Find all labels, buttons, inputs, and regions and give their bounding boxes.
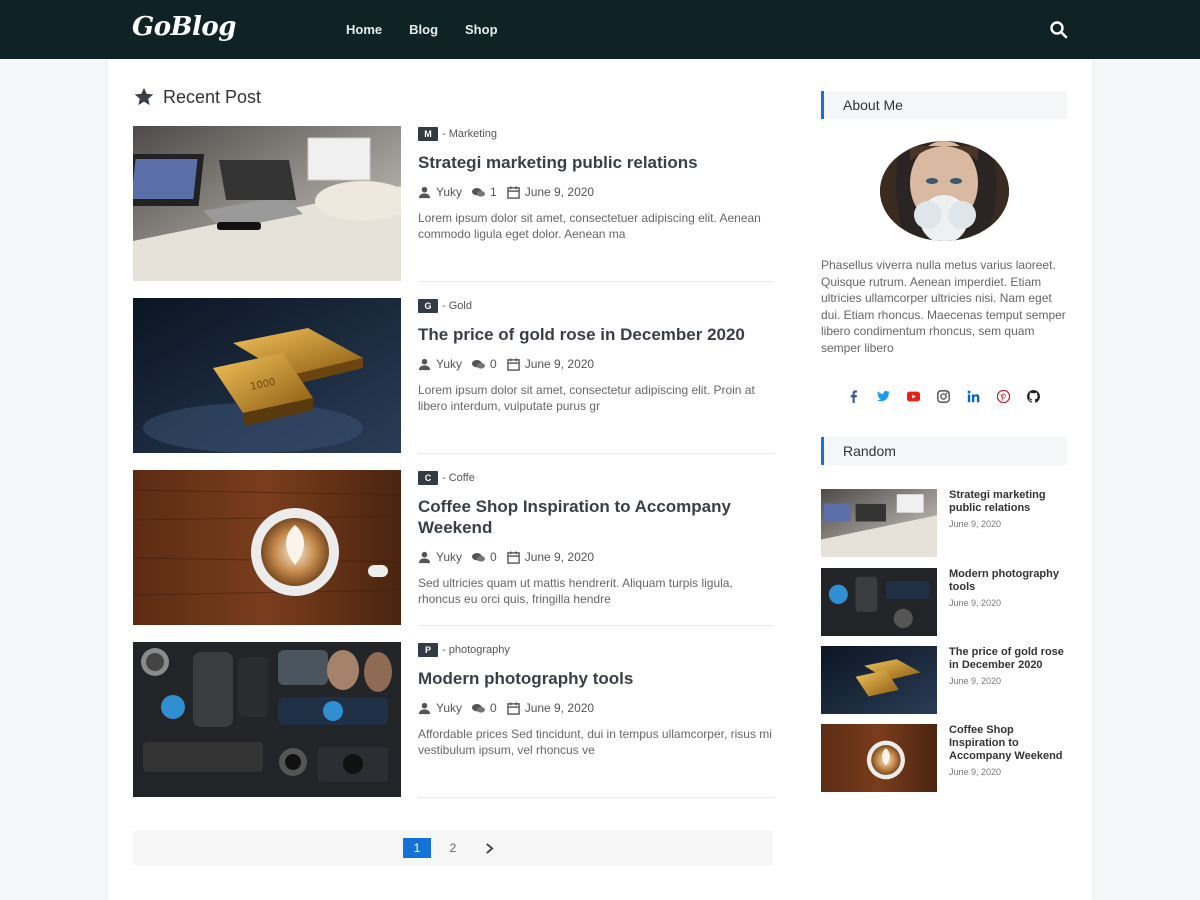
random-post-title[interactable]: Strategi marketing public relations bbox=[949, 489, 1046, 514]
post-thumbnail-office[interactable] bbox=[133, 126, 401, 281]
calendar-icon bbox=[506, 357, 520, 371]
random-thumbnail-gold[interactable] bbox=[821, 646, 937, 714]
post-date: June 9, 2020 bbox=[524, 701, 595, 715]
recent-post-title: Recent Post bbox=[163, 86, 262, 107]
category-label[interactable]: - Coffe bbox=[442, 472, 475, 484]
user-icon bbox=[418, 702, 431, 714]
comments-icon bbox=[472, 552, 486, 562]
chevron-right-icon bbox=[485, 842, 494, 854]
post-thumbnail-coffee[interactable] bbox=[133, 470, 401, 625]
post-author[interactable]: Yuky bbox=[436, 357, 462, 371]
user-icon bbox=[418, 358, 431, 370]
random-post-item: Coffee Shop Inspiration to Accompany Wee… bbox=[821, 724, 1067, 794]
calendar-icon bbox=[506, 701, 520, 715]
category-badge: G bbox=[418, 299, 438, 313]
post-comment-count[interactable]: 1 bbox=[490, 185, 497, 199]
calendar-icon bbox=[506, 185, 520, 199]
post-excerpt: Affordable prices Sed tincidunt, dui in … bbox=[418, 727, 772, 757]
post-thumbnail-photography[interactable] bbox=[133, 642, 401, 797]
post-comment-count[interactable]: 0 bbox=[490, 701, 497, 715]
post-date: June 9, 2020 bbox=[524, 550, 595, 564]
nav-home[interactable]: Home bbox=[346, 22, 382, 37]
about-text: Phasellus viverra nulla metus varius lao… bbox=[821, 258, 1066, 355]
comments-icon bbox=[472, 703, 486, 713]
random-post-title[interactable]: Coffee Shop Inspiration to Accompany Wee… bbox=[949, 724, 1063, 762]
random-post-date: June 9, 2020 bbox=[949, 767, 1002, 777]
youtube-icon[interactable] bbox=[905, 388, 921, 404]
recent-post-heading: Recent Post bbox=[133, 86, 261, 108]
page-1-button[interactable]: 1 bbox=[403, 838, 431, 858]
search-icon[interactable] bbox=[1049, 20, 1069, 40]
user-icon bbox=[418, 186, 431, 198]
random-post-item: The price of gold rose in December 2020 J… bbox=[821, 646, 1067, 716]
post-item: M - Marketing Strategi marketing public r… bbox=[133, 126, 773, 282]
post-divider bbox=[418, 797, 773, 798]
category-badge: C bbox=[418, 471, 438, 485]
post-author[interactable]: Yuky bbox=[436, 550, 462, 564]
post-divider bbox=[418, 281, 773, 282]
post-item: C - Coffe Coffee Shop Inspiration to Acco… bbox=[133, 470, 773, 626]
author-avatar bbox=[880, 141, 1009, 241]
post-divider bbox=[418, 625, 773, 626]
twitter-icon[interactable] bbox=[875, 388, 891, 404]
post-item: P- photography Modern photography tools … bbox=[133, 642, 773, 798]
user-icon bbox=[418, 551, 431, 563]
post-title[interactable]: The price of gold rose in December 2020 bbox=[418, 324, 773, 345]
post-title[interactable]: Modern photography tools bbox=[418, 668, 773, 689]
random-post-item: Strategi marketing public relations June … bbox=[821, 489, 1067, 559]
next-page-button[interactable] bbox=[475, 838, 503, 858]
post-date: June 9, 2020 bbox=[524, 357, 595, 371]
random-post-date: June 9, 2020 bbox=[949, 598, 1002, 608]
facebook-icon[interactable] bbox=[845, 388, 861, 404]
comments-icon bbox=[472, 359, 486, 369]
about-widget-heading: About Me bbox=[821, 91, 1067, 119]
post-author[interactable]: Yuky bbox=[436, 701, 462, 715]
nav-blog[interactable]: Blog bbox=[409, 22, 438, 37]
category-badge: P bbox=[418, 643, 438, 657]
top-navbar: GoBlog Home Blog Shop bbox=[0, 0, 1200, 59]
post-title[interactable]: Coffee Shop Inspiration to Accompany Wee… bbox=[418, 496, 773, 538]
post-excerpt: Lorem ipsum dolor sit amet, consectetur … bbox=[418, 383, 755, 413]
random-post-date: June 9, 2020 bbox=[949, 519, 1002, 529]
random-widget-heading: Random bbox=[821, 437, 1067, 465]
github-icon[interactable] bbox=[1025, 388, 1041, 404]
post-title[interactable]: Strategi marketing public relations bbox=[418, 152, 773, 173]
pinterest-icon[interactable] bbox=[995, 388, 1011, 404]
category-label[interactable]: - Marketing bbox=[442, 128, 497, 140]
comments-icon bbox=[472, 187, 486, 197]
category-label[interactable]: - Gold bbox=[442, 300, 472, 312]
star-icon bbox=[134, 87, 154, 106]
category-badge: M bbox=[418, 127, 438, 141]
post-comment-count[interactable]: 0 bbox=[490, 550, 497, 564]
post-divider bbox=[418, 453, 773, 454]
post-comment-count[interactable]: 0 bbox=[490, 357, 497, 371]
linkedin-icon[interactable] bbox=[965, 388, 981, 404]
calendar-icon bbox=[506, 550, 520, 564]
post-date: June 9, 2020 bbox=[524, 185, 595, 199]
random-thumbnail-office[interactable] bbox=[821, 489, 937, 557]
random-post-title[interactable]: Modern photography tools bbox=[949, 568, 1059, 593]
random-thumbnail-coffee[interactable] bbox=[821, 724, 937, 792]
instagram-icon[interactable] bbox=[935, 388, 951, 404]
post-author[interactable]: Yuky bbox=[436, 185, 462, 199]
social-links bbox=[845, 388, 1041, 404]
post-excerpt: Lorem ipsum dolor sit amet, consectetuer… bbox=[418, 211, 761, 241]
post-excerpt: Sed ultricies quam ut mattis hendrerit. … bbox=[418, 576, 733, 606]
random-post-title[interactable]: The price of gold rose in December 2020 bbox=[949, 646, 1064, 671]
nav-shop[interactable]: Shop bbox=[465, 22, 498, 37]
random-thumbnail-photography[interactable] bbox=[821, 568, 937, 636]
category-label[interactable]: - photography bbox=[442, 644, 510, 656]
page-2-button[interactable]: 2 bbox=[439, 838, 467, 858]
post-item: 1000 G - Gold The price of gold rose in D… bbox=[133, 298, 773, 454]
pagination: 1 2 bbox=[133, 831, 773, 865]
main-nav: Home Blog Shop bbox=[346, 0, 525, 59]
random-post-item: Modern photography tools June 9, 2020 bbox=[821, 568, 1067, 638]
random-post-date: June 9, 2020 bbox=[949, 676, 1002, 686]
site-logo[interactable]: GoBlog bbox=[132, 12, 236, 42]
post-thumbnail-gold[interactable]: 1000 bbox=[133, 298, 401, 453]
